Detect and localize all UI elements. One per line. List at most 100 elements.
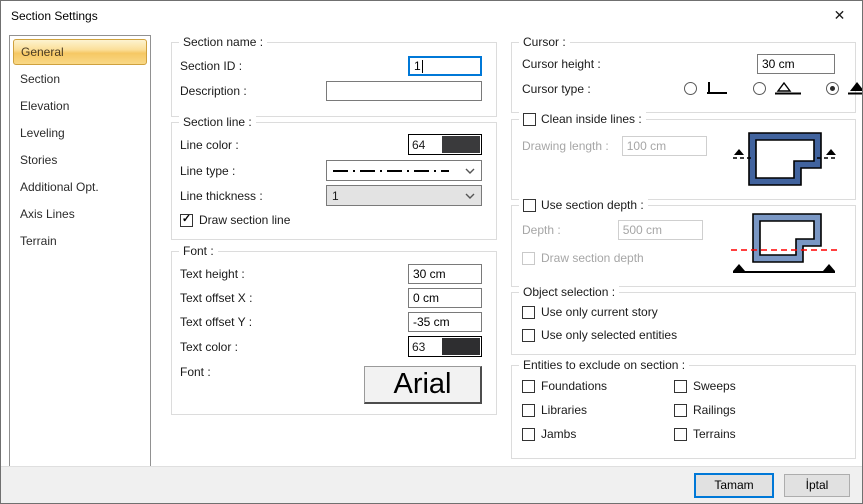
sweeps-checkbox[interactable]: Sweeps	[674, 379, 855, 393]
text-color-swatch	[442, 338, 480, 355]
clean-inside-lines-legend: Clean inside lines :	[519, 112, 646, 126]
section-name-group: Section name : Section ID : 1 Descriptio…	[171, 42, 497, 117]
drawing-length-input[interactable]: 100 cm	[622, 136, 707, 156]
use-only-current-story-checkbox[interactable]: Use only current story	[522, 305, 658, 319]
terrains-checkbox[interactable]: Terrains	[674, 427, 855, 441]
object-selection-group-title: Object selection :	[519, 285, 619, 299]
foundations-label: Foundations	[541, 379, 607, 393]
text-color-label: Text color :	[180, 340, 238, 354]
terrains-label: Terrains	[693, 427, 736, 441]
cursor-height-input[interactable]: 30 cm	[757, 54, 835, 74]
drawing-length-value: 100 cm	[627, 139, 666, 153]
depth-value: 500 cm	[623, 223, 662, 237]
dash-dot-line-sample	[332, 167, 450, 175]
use-section-depth-group: Use section depth : Depth : 500 cm Draw …	[511, 205, 856, 287]
draw-section-line-checkbox[interactable]: Draw section line	[180, 213, 290, 227]
text-offset-x-input[interactable]: 0 cm	[408, 288, 482, 308]
sidebar-item-additional-opt[interactable]: Additional Opt.	[10, 173, 150, 200]
cancel-button[interactable]: İptal	[784, 474, 850, 497]
jambs-checkbox[interactable]: Jambs	[522, 427, 674, 441]
depth-label: Depth :	[522, 223, 561, 237]
text-offset-x-label: Text offset X :	[180, 291, 252, 305]
entities-exclude-group: Entities to exclude on section : Foundat…	[511, 365, 856, 459]
close-icon[interactable]: ✕	[817, 1, 862, 30]
checkbox-box	[674, 380, 687, 393]
font-group: Font : Text height : 30 cm Text offset X…	[171, 251, 497, 415]
jambs-label: Jambs	[541, 427, 576, 441]
sweeps-label: Sweeps	[693, 379, 736, 393]
draw-section-depth-checkbox[interactable]: Draw section depth	[522, 251, 644, 265]
clean-inside-lines-title: Clean inside lines :	[541, 112, 642, 126]
clean-inside-lines-group: Clean inside lines : Drawing length : 10…	[511, 119, 856, 200]
checkbox-box	[522, 380, 535, 393]
depth-input[interactable]: 500 cm	[618, 220, 703, 240]
sidebar-item-stories[interactable]: Stories	[10, 146, 150, 173]
checkbox-box	[674, 428, 687, 441]
checkbox-box	[522, 252, 535, 265]
sidebar-item-leveling[interactable]: Leveling	[10, 119, 150, 146]
cursor-type-triangle-filled-icon	[848, 82, 863, 96]
sidebar-item-label: Additional Opt.	[20, 180, 99, 194]
cursor-type-triangle-outline-icon	[775, 82, 801, 96]
section-id-label: Section ID :	[180, 59, 242, 73]
sidebar-item-label: Leveling	[20, 126, 65, 140]
sidebar-item-label: Axis Lines	[20, 207, 75, 221]
text-offset-x-value: 0 cm	[413, 291, 439, 305]
use-section-depth-checkbox[interactable]	[523, 199, 536, 212]
checkbox-box	[674, 404, 687, 417]
use-section-depth-legend: Use section depth :	[519, 198, 648, 212]
sidebar-item-axis-lines[interactable]: Axis Lines	[10, 200, 150, 227]
sidebar-item-label: General	[21, 45, 64, 59]
line-color-picker[interactable]: 64	[408, 134, 482, 155]
text-offset-y-label: Text offset Y :	[180, 315, 252, 329]
section-line-group-title: Section line :	[179, 115, 256, 129]
checkbox-box	[522, 404, 535, 417]
chevron-down-icon	[465, 193, 475, 199]
use-only-selected-entities-checkbox[interactable]: Use only selected entities	[522, 328, 677, 342]
cursor-type-label: Cursor type :	[522, 82, 591, 96]
sidebar: General Section Elevation Leveling Stori…	[9, 35, 151, 467]
ok-button[interactable]: Tamam	[694, 473, 774, 498]
sidebar-item-general[interactable]: General	[13, 39, 147, 65]
line-thickness-select[interactable]: 1	[326, 185, 482, 206]
window-title: Section Settings	[1, 9, 98, 23]
section-depth-shape-icon	[729, 210, 839, 282]
foundations-checkbox[interactable]: Foundations	[522, 379, 674, 393]
font-select-button[interactable]: Arial	[364, 366, 482, 404]
text-color-picker[interactable]: 63	[408, 336, 482, 357]
railings-checkbox[interactable]: Railings	[674, 403, 855, 417]
description-input[interactable]	[326, 81, 482, 101]
sidebar-item-terrain[interactable]: Terrain	[10, 227, 150, 254]
cursor-height-value: 30 cm	[762, 57, 795, 71]
section-id-input[interactable]: 1	[408, 56, 482, 76]
sidebar-item-elevation[interactable]: Elevation	[10, 92, 150, 119]
checkbox-box	[180, 214, 193, 227]
text-offset-y-input[interactable]: -35 cm	[408, 312, 482, 332]
text-height-value: 30 cm	[413, 267, 446, 281]
chevron-down-icon	[465, 168, 475, 174]
cursor-height-label: Cursor height :	[522, 57, 601, 71]
sidebar-item-section[interactable]: Section	[10, 65, 150, 92]
clean-inside-lines-checkbox[interactable]	[523, 113, 536, 126]
line-thickness-value: 1	[332, 189, 339, 203]
text-color-number: 63	[409, 337, 441, 356]
entities-exclude-group-title: Entities to exclude on section :	[519, 358, 689, 372]
libraries-label: Libraries	[541, 403, 587, 417]
use-only-selected-entities-label: Use only selected entities	[541, 328, 677, 342]
cursor-type-triangle-outline-radio[interactable]	[753, 82, 766, 95]
line-color-number: 64	[409, 135, 441, 154]
cursor-type-triangle-filled-radio[interactable]	[826, 82, 839, 95]
line-thickness-label: Line thickness :	[180, 189, 263, 203]
text-height-input[interactable]: 30 cm	[408, 264, 482, 284]
railings-label: Railings	[693, 403, 736, 417]
line-type-select[interactable]	[326, 160, 482, 181]
cursor-type-corner-icon	[706, 81, 728, 96]
text-offset-y-value: -35 cm	[413, 315, 450, 329]
drawing-length-label: Drawing length :	[522, 139, 609, 153]
cursor-type-corner-radio[interactable]	[684, 82, 697, 95]
libraries-checkbox[interactable]: Libraries	[522, 403, 674, 417]
section-line-group: Section line : Line color : 64 Line type…	[171, 122, 497, 240]
footer-bar: Tamam İptal	[1, 466, 862, 503]
checkbox-box	[522, 428, 535, 441]
plan-shape-icon	[733, 128, 837, 194]
